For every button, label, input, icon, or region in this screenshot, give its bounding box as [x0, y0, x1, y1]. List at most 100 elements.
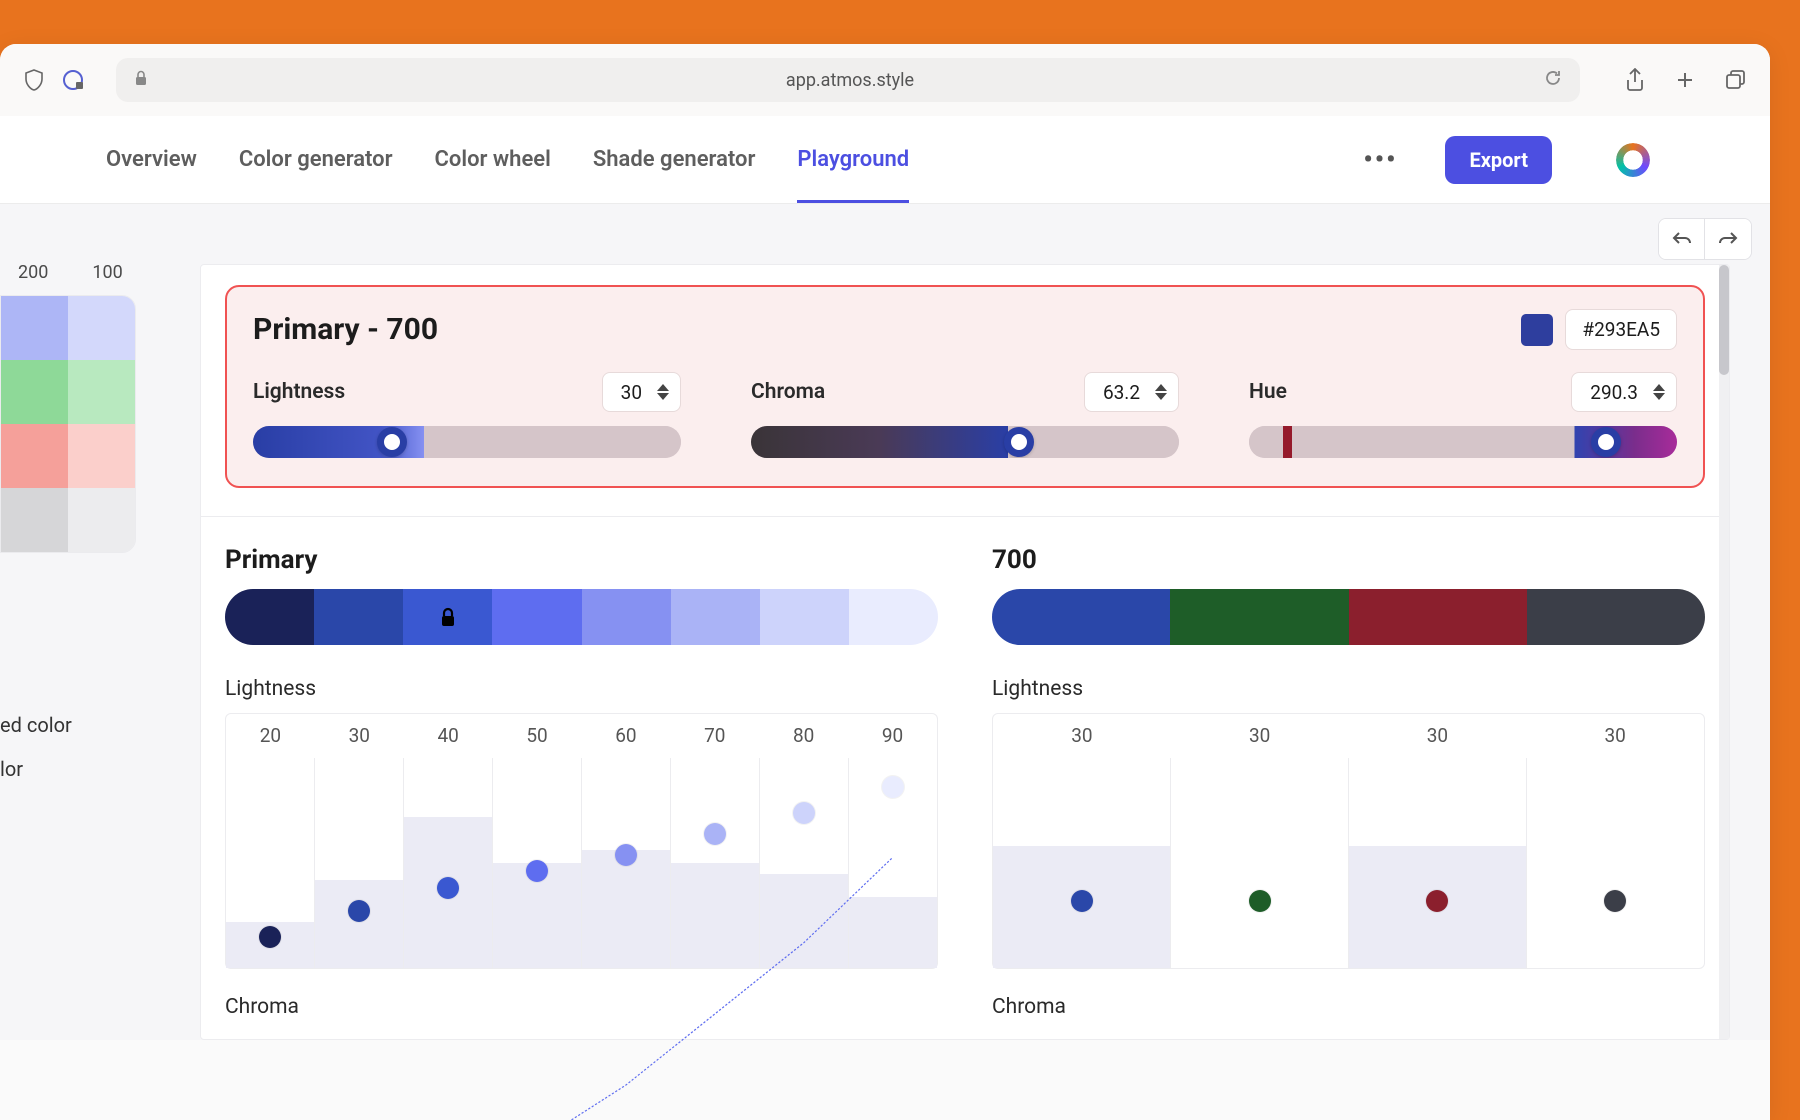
- undo-redo-group: [1658, 218, 1752, 260]
- swatch[interactable]: [68, 424, 135, 488]
- nav-tab-shade-generator[interactable]: Shade generator: [593, 119, 756, 200]
- shade-swatch[interactable]: [1349, 589, 1527, 645]
- axis-tick: 40: [404, 714, 493, 758]
- chart-point[interactable]: [437, 877, 459, 899]
- col-700: 700 Lightness 30303030 Chroma: [992, 545, 1705, 1019]
- redo-button[interactable]: [1705, 219, 1751, 259]
- axis-tick: 90: [848, 714, 937, 758]
- chart-point[interactable]: [1604, 890, 1626, 912]
- main-panel: Primary - 700 #293EA5 Lightness 30 Chrom…: [200, 264, 1730, 1040]
- slider[interactable]: [253, 426, 681, 458]
- shade-swatch[interactable]: [314, 589, 403, 645]
- chart-point[interactable]: [526, 860, 548, 882]
- shade-swatch[interactable]: [849, 589, 938, 645]
- stepper-icon[interactable]: [656, 383, 670, 401]
- stepper-icon[interactable]: [1652, 383, 1666, 401]
- axis-tick: 30: [993, 714, 1171, 758]
- sidebar-links: ed color lor: [0, 713, 140, 781]
- sidebar-swatch-row: [1, 296, 135, 360]
- 700-lightness-label: Lightness: [992, 677, 1705, 701]
- chart-point[interactable]: [259, 926, 281, 948]
- chart-point[interactable]: [704, 823, 726, 845]
- axis-tick: 50: [493, 714, 582, 758]
- app-body: 200 100 ed color lor Primary - 700: [0, 204, 1770, 1040]
- sidebar-link-1[interactable]: ed color: [0, 713, 140, 737]
- slider-thumb[interactable]: [1004, 427, 1034, 457]
- nav-tab-color-wheel[interactable]: Color wheel: [435, 119, 551, 200]
- address-bar[interactable]: app.atmos.style: [116, 58, 1580, 102]
- shade-swatch[interactable]: [582, 589, 671, 645]
- swatch[interactable]: [1, 360, 68, 424]
- site-info-icon[interactable]: [62, 69, 84, 91]
- shade-swatch[interactable]: [992, 589, 1170, 645]
- swatch[interactable]: [68, 488, 135, 552]
- stepper-icon[interactable]: [1154, 383, 1168, 401]
- col-primary-title: Primary: [225, 545, 938, 575]
- primary-lightness-label: Lightness: [225, 677, 938, 701]
- shade-swatch[interactable]: [225, 589, 314, 645]
- editor-card: Primary - 700 #293EA5 Lightness 30 Chrom…: [225, 285, 1705, 488]
- shade-swatch[interactable]: [760, 589, 849, 645]
- chart-point[interactable]: [882, 776, 904, 798]
- axis-tick: 60: [582, 714, 671, 758]
- control-value-input[interactable]: 63.2: [1084, 372, 1179, 412]
- sidebar: 200 100 ed color lor: [0, 204, 140, 1040]
- shade-swatch[interactable]: [1527, 589, 1705, 645]
- control-value-input[interactable]: 30: [602, 372, 681, 412]
- browser-window: app.atmos.style Overview Color generator…: [0, 44, 1770, 1120]
- shade-swatch[interactable]: [403, 589, 492, 645]
- control-label: Chroma: [751, 380, 1084, 404]
- shade-swatch[interactable]: [1170, 589, 1348, 645]
- lock-icon: [134, 70, 148, 90]
- chart-point[interactable]: [615, 844, 637, 866]
- col-700-title: 700: [992, 545, 1705, 575]
- divider: [201, 516, 1729, 517]
- chart-point[interactable]: [1249, 890, 1271, 912]
- more-menu-icon[interactable]: •••: [1363, 145, 1397, 175]
- sidebar-link-2[interactable]: lor: [0, 757, 140, 781]
- slider-thumb[interactable]: [377, 427, 407, 457]
- swatch[interactable]: [68, 360, 135, 424]
- 700-lightness-chart: 30303030: [992, 713, 1705, 969]
- swatch[interactable]: [1, 488, 68, 552]
- undo-button[interactable]: [1659, 219, 1705, 259]
- control-value-input[interactable]: 290.3: [1571, 372, 1677, 412]
- chart-point[interactable]: [1071, 890, 1093, 912]
- primary-swatch-strip: [225, 589, 938, 645]
- share-icon[interactable]: [1624, 68, 1646, 92]
- export-button[interactable]: Export: [1445, 136, 1552, 184]
- axis-tick: 70: [670, 714, 759, 758]
- app: Overview Color generator Color wheel Sha…: [0, 116, 1770, 1040]
- axis-tick: 20: [226, 714, 315, 758]
- sidebar-swatch-row: [1, 360, 135, 424]
- axis-tick: 30: [315, 714, 404, 758]
- slider[interactable]: [1249, 426, 1677, 458]
- hex-swatch[interactable]: [1521, 314, 1553, 346]
- chart-point[interactable]: [348, 900, 370, 922]
- shade-swatch[interactable]: [492, 589, 581, 645]
- swatch[interactable]: [68, 296, 135, 360]
- new-tab-icon[interactable]: [1674, 68, 1696, 92]
- scrollbar[interactable]: [1719, 265, 1729, 1039]
- hex-value[interactable]: #293EA5: [1565, 309, 1677, 350]
- browser-right-icons: [1624, 68, 1746, 92]
- refresh-icon[interactable]: [1544, 69, 1562, 91]
- chart-point[interactable]: [793, 802, 815, 824]
- shade-swatch[interactable]: [671, 589, 760, 645]
- sidebar-swatch-row: [1, 488, 135, 552]
- nav-tab-color-generator[interactable]: Color generator: [239, 119, 393, 200]
- nav-tab-overview[interactable]: Overview: [106, 119, 197, 200]
- hex-display: #293EA5: [1521, 309, 1677, 350]
- shield-icon[interactable]: [24, 69, 44, 91]
- url-text: app.atmos.style: [156, 70, 1544, 91]
- slider[interactable]: [751, 426, 1179, 458]
- control-label: Lightness: [253, 380, 602, 404]
- tabs-icon[interactable]: [1724, 68, 1746, 92]
- logo-icon[interactable]: [1616, 143, 1650, 177]
- nav-tab-playground[interactable]: Playground: [797, 119, 909, 203]
- swatch[interactable]: [1, 296, 68, 360]
- chart-point[interactable]: [1426, 890, 1448, 912]
- axis-tick: 30: [1349, 714, 1527, 758]
- swatch[interactable]: [1, 424, 68, 488]
- sidebar-header-100: 100: [92, 262, 122, 283]
